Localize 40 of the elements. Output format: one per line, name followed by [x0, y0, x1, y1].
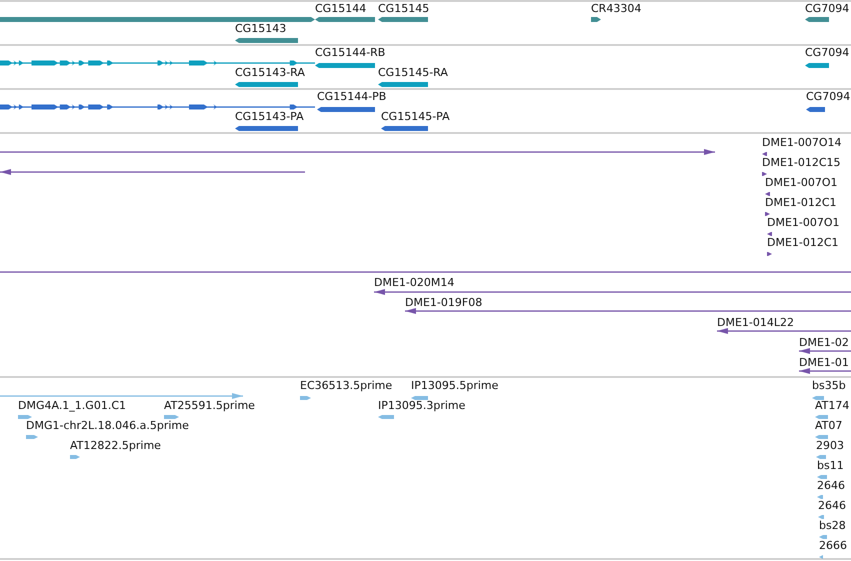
- feature-label: DME1-019F08: [405, 296, 482, 309]
- feature-label: 2903: [816, 439, 844, 452]
- feature-label: DME1-007O14: [762, 136, 842, 149]
- feature-label: DME1-02: [799, 336, 849, 349]
- feature-label: CG15143: [235, 22, 286, 35]
- feature-label: IP13095.5prime: [411, 379, 498, 392]
- feature-label: AT12822.5prime: [70, 439, 161, 452]
- feature-label: 2666: [819, 539, 847, 552]
- feature-label: CR43304: [591, 2, 642, 15]
- feature-label: bs35b: [812, 379, 846, 392]
- feature-label: bs28: [819, 519, 846, 532]
- feature-label: AT174: [815, 399, 850, 412]
- feature-label: CG15143-PA: [235, 110, 304, 123]
- feature-label: DMG4A.1_1.G01.C1: [18, 399, 126, 412]
- feature-label: IP13095.3prime: [378, 399, 466, 412]
- feature-label: DMG1-chr2L.18.046.a.5prime: [26, 419, 189, 432]
- feature-label: CG15143-RA: [235, 66, 305, 79]
- feature-label: CG7094: [805, 2, 850, 15]
- feature-label: EC36513.5prime: [300, 379, 392, 392]
- feature-label: DME1-020M14: [374, 276, 454, 289]
- feature-label: CG7094: [805, 46, 850, 59]
- feature-label: AT07: [815, 419, 842, 432]
- feature-label: CG15144: [315, 2, 366, 15]
- feature-label: DME1-012C1: [767, 236, 839, 249]
- feature-label: bs11: [817, 459, 844, 472]
- feature-label: 2646: [817, 479, 845, 492]
- feature-label: CG7094: [806, 90, 850, 103]
- feature-label: CG15144-PB: [317, 90, 386, 103]
- feature-label: DME1-007O1: [765, 176, 838, 189]
- feature-label: DME1-01: [799, 356, 849, 369]
- feature-label: CG15145: [378, 2, 430, 15]
- feature-label: DME1-012C15: [762, 156, 841, 169]
- feature-label: CG15145-RA: [378, 66, 448, 79]
- feature-label: 2646: [818, 499, 846, 512]
- feature-label: CG15145-PA: [381, 110, 450, 123]
- feature-label: DME1-007O1: [767, 216, 840, 229]
- feature-label: CG15144-RB: [315, 46, 386, 59]
- feature-label: AT25591.5prime: [164, 399, 255, 412]
- feature-label: DME1-014L22: [717, 316, 794, 329]
- feature-label: DME1-012C1: [765, 196, 837, 209]
